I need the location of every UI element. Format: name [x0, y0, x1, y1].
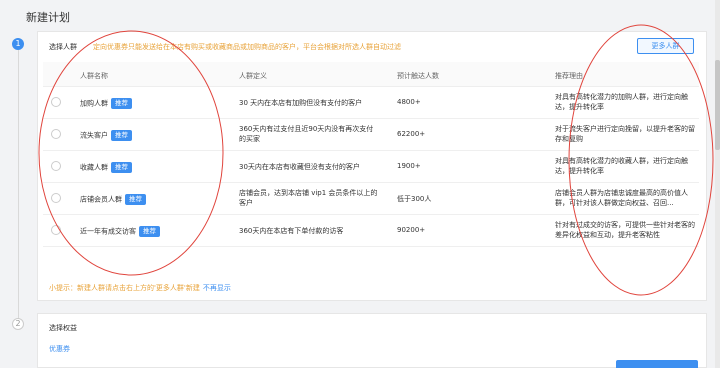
row-radio[interactable]: [51, 225, 61, 235]
row-radio[interactable]: [51, 161, 61, 171]
next-step-button[interactable]: [616, 360, 698, 368]
row-definition: 店铺会员，达到本店铺 vip1 会员条件以上的客户: [239, 189, 378, 207]
more-audience-button[interactable]: 更多人群: [637, 38, 694, 54]
row-reason: 对于流失客户进行定向挽留，以提升老客的留存和复购: [555, 125, 695, 143]
step-one-indicator: 1: [12, 38, 24, 50]
header-reach: 预计触达人数: [397, 72, 439, 80]
row-definition: 360天内在本店有下单付款的访客: [239, 227, 344, 235]
table-row[interactable]: 店铺会员人群 推荐 店铺会员，达到本店铺 vip1 会员条件以上的客户 低于300…: [43, 183, 699, 215]
benefits-label: 选择权益: [49, 324, 77, 332]
row-reach: 90200+: [397, 226, 426, 234]
table-header: 人群名称 人群定义 预计触达人数 推荐理由: [43, 62, 699, 87]
audience-label: 选择人群: [49, 43, 77, 51]
step-line: [18, 50, 19, 320]
row-reach: 1900+: [397, 162, 421, 170]
row-reason: 针对有过成交的访客，可提供一些针对老客的差异化权益和互动，提升老客粘性: [555, 221, 695, 239]
row-reason: 对具有高转化潜力的加购人群，进行定向触达，提升转化率: [555, 93, 688, 111]
tip-message: 小提示：新建人群请点击右上方的'更多人群'新建 不再显示: [49, 283, 231, 293]
page: 新建计划 1 2 选择人群 定向优惠券只能发送给在本店有购买或收藏商品或加购商品…: [0, 0, 720, 368]
row-radio[interactable]: [51, 97, 61, 107]
audience-table: 人群名称 人群定义 预计触达人数 推荐理由 加购人群 推荐 30 天内在本店有加购…: [43, 62, 699, 247]
row-reach: 62200+: [397, 130, 426, 138]
dismiss-tip-link[interactable]: 不再显示: [203, 284, 231, 292]
scrollbar[interactable]: [715, 0, 720, 368]
scroll-thumb[interactable]: [715, 60, 720, 150]
recommend-tag: 推荐: [125, 194, 146, 205]
row-name: 流失客户 推荐: [80, 130, 132, 141]
row-name: 店铺会员人群 推荐: [80, 194, 146, 205]
recommend-tag: 推荐: [111, 130, 132, 141]
row-name: 近一年有成交访客 推荐: [80, 226, 160, 237]
row-reach: 低于300人: [397, 195, 432, 203]
row-reason: 店铺会员人群为店铺忠诚度最高的高价值人群，可针对该人群做定向权益、召回...: [555, 189, 688, 207]
row-definition: 30 天内在本店有加购但没有支付的客户: [239, 99, 363, 107]
table-row[interactable]: 流失客户 推荐 360天内有过支付且近90天内没有再次支付的买家 62200+ 对…: [43, 119, 699, 151]
table-row[interactable]: 加购人群 推荐 30 天内在本店有加购但没有支付的客户 4800+ 对具有高转化潜…: [43, 87, 699, 119]
row-name: 加购人群 推荐: [80, 98, 132, 109]
header-reason: 推荐理由: [555, 72, 583, 80]
benefits-card: 选择权益 优惠券: [37, 313, 707, 368]
row-radio[interactable]: [51, 129, 61, 139]
row-name: 收藏人群 推荐: [80, 162, 132, 173]
audience-card-header: 选择人群 定向优惠券只能发送给在本店有购买或收藏商品或加购商品的客户，平台会根据…: [38, 32, 706, 60]
step-two-indicator: 2: [12, 318, 24, 330]
row-reach: 4800+: [397, 98, 421, 106]
table-row[interactable]: 收藏人群 推荐 30天内在本店有收藏但没有支付的客户 1900+ 对具有高转化潜力…: [43, 151, 699, 183]
recommend-tag: 推荐: [139, 226, 160, 237]
row-radio[interactable]: [51, 193, 61, 203]
audience-hint: 定向优惠券只能发送给在本店有购买或收藏商品或加购商品的客户，平台会根据对所选人群…: [93, 43, 401, 51]
recommend-tag: 推荐: [111, 162, 132, 173]
header-definition: 人群定义: [239, 72, 267, 80]
header-name: 人群名称: [80, 72, 108, 80]
page-title: 新建计划: [26, 11, 70, 24]
table-row[interactable]: 近一年有成交访客 推荐 360天内在本店有下单付款的访客 90200+ 针对有过成…: [43, 215, 699, 247]
row-reason: 对具有高转化潜力的收藏人群，进行定向触达，提升转化率: [555, 157, 688, 175]
row-definition: 30天内在本店有收藏但没有支付的客户: [239, 163, 360, 171]
row-definition: 360天内有过支付且近90天内没有再次支付的买家: [239, 125, 374, 143]
audience-card: 选择人群 定向优惠券只能发送给在本店有购买或收藏商品或加购商品的客户，平台会根据…: [37, 31, 707, 301]
coupon-link[interactable]: 优惠券: [49, 344, 70, 354]
recommend-tag: 推荐: [111, 98, 132, 109]
tip-text: 小提示：新建人群请点击右上方的'更多人群'新建: [49, 284, 200, 292]
